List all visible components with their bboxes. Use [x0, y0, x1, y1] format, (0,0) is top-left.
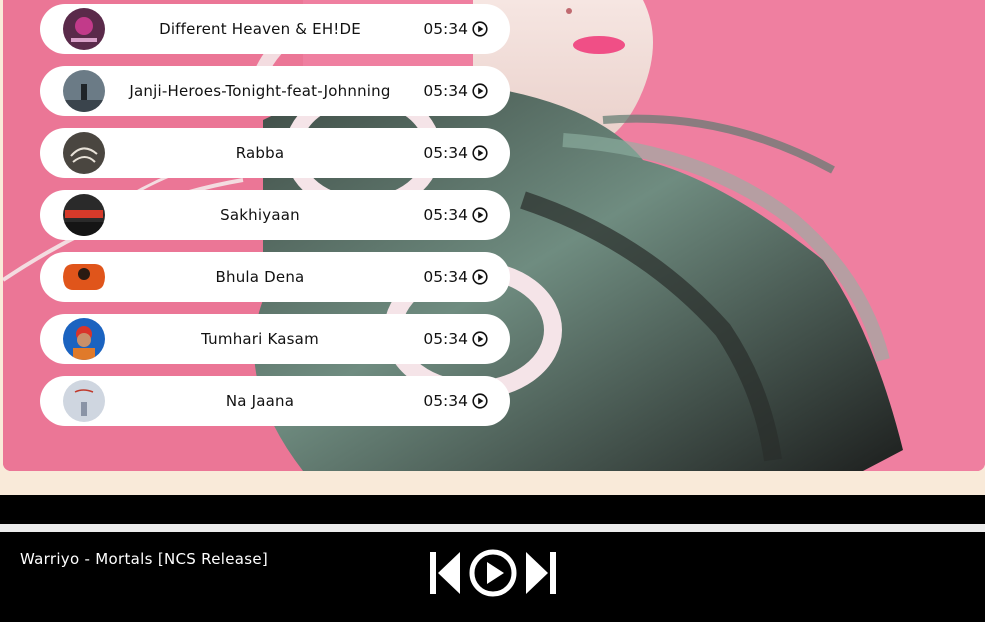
- song-duration: 05:34: [423, 82, 468, 100]
- song-title: Bhula Dena: [215, 268, 305, 286]
- song-title: Rabba: [235, 144, 285, 162]
- song-item[interactable]: Na Jaana 05:34: [40, 376, 510, 426]
- next-icon[interactable]: [524, 550, 558, 596]
- song-item[interactable]: Sakhiyaan 05:34: [40, 190, 510, 240]
- song-cover-image: [63, 318, 105, 360]
- song-duration: 05:34: [423, 206, 468, 224]
- song-cover-image: [63, 132, 105, 174]
- song-duration: 05:34: [423, 392, 468, 410]
- now-playing-title: Warriyo - Mortals [NCS Release]: [20, 550, 269, 568]
- song-item[interactable]: Rabba 05:34: [40, 128, 510, 178]
- song-title: Sakhiyaan: [220, 206, 300, 224]
- song-title: Na Jaana: [225, 392, 295, 410]
- hero-banner: Different Heaven & EH!DE 05:34 Janji-Her…: [3, 0, 985, 471]
- song-cover-image: [63, 194, 105, 236]
- play-circle-icon[interactable]: [472, 207, 488, 223]
- song-cover-image: [63, 256, 105, 298]
- player-bar: Warriyo - Mortals [NCS Release]: [0, 532, 985, 622]
- play-circle-icon[interactable]: [472, 393, 488, 409]
- song-title: Different Heaven & EH!DE: [159, 20, 361, 38]
- play-icon[interactable]: [468, 548, 518, 598]
- song-list: Different Heaven & EH!DE 05:34 Janji-Her…: [40, 4, 510, 438]
- song-title: Tumhari Kasam: [201, 330, 319, 348]
- song-title: Janji-Heroes-Tonight-feat-Johnning: [129, 82, 391, 100]
- song-cover-image: [63, 380, 105, 422]
- play-circle-icon[interactable]: [472, 83, 488, 99]
- song-duration: 05:34: [423, 20, 468, 38]
- song-duration: 05:34: [423, 268, 468, 286]
- previous-icon[interactable]: [428, 550, 462, 596]
- song-item[interactable]: Bhula Dena 05:34: [40, 252, 510, 302]
- play-circle-icon[interactable]: [472, 21, 488, 37]
- song-item[interactable]: Janji-Heroes-Tonight-feat-Johnning 05:34: [40, 66, 510, 116]
- song-item[interactable]: Tumhari Kasam 05:34: [40, 314, 510, 364]
- play-circle-icon[interactable]: [472, 331, 488, 347]
- play-circle-icon[interactable]: [472, 145, 488, 161]
- song-duration: 05:34: [423, 330, 468, 348]
- song-cover-image: [63, 70, 105, 112]
- progress-bar[interactable]: [0, 524, 985, 532]
- progress-track-area: [0, 495, 985, 524]
- song-item[interactable]: Different Heaven & EH!DE 05:34: [40, 4, 510, 54]
- song-duration: 05:34: [423, 144, 468, 162]
- play-circle-icon[interactable]: [472, 269, 488, 285]
- song-cover-image: [63, 8, 105, 50]
